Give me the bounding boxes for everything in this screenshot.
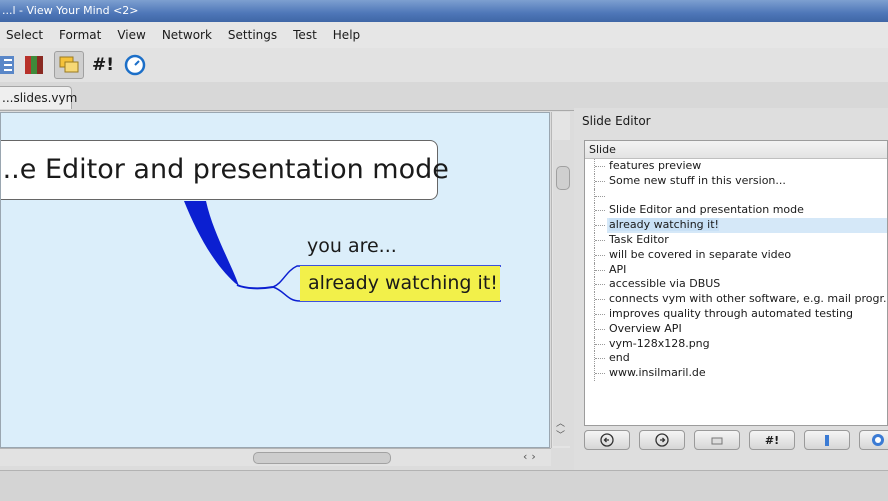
menu-settings[interactable]: Settings [220, 28, 285, 42]
timer-button[interactable] [122, 52, 148, 78]
list-item[interactable]: will be covered in separate video [585, 247, 887, 263]
menu-help[interactable]: Help [325, 28, 368, 42]
branch-node-you-are[interactable]: you are... [307, 235, 397, 257]
map-canvas[interactable]: ...e Editor and presentation mode you ar… [0, 112, 550, 448]
tab-slides-vym[interactable]: ...slides.vym [0, 86, 77, 109]
slide-list-scroll-thumb[interactable] [556, 166, 570, 190]
slide-list[interactable]: Slide features preview Some new stuff in… [584, 140, 888, 426]
window-titlebar: ...l - View Your Mind <2> [0, 0, 888, 22]
hash-bang-label: #! [764, 433, 780, 447]
window-title: ...l - View Your Mind <2> [2, 4, 139, 17]
main-node[interactable]: ...e Editor and presentation mode [1, 140, 449, 200]
box-icon [711, 437, 723, 445]
list-item[interactable]: connects vym with other software, e.g. m… [585, 292, 887, 307]
list-item[interactable]: Slide Editor and presentation mode [585, 203, 887, 219]
list-item[interactable]: vym-128x128.png [585, 336, 887, 352]
slide-list-scrollbar[interactable]: ︿ ﹀ [553, 140, 572, 446]
list-item[interactable]: Overview API [585, 321, 887, 337]
menu-view[interactable]: View [109, 28, 153, 42]
next-slide-button[interactable] [639, 430, 685, 450]
windows-icon [59, 56, 79, 73]
list-item[interactable]: Some new stuff in this version... [585, 173, 887, 189]
list-item[interactable]: features preview [585, 159, 887, 174]
slide-editor-buttons: #! [584, 430, 888, 454]
globe-button[interactable] [859, 430, 888, 450]
highlighted-node[interactable]: already watching it! [300, 266, 500, 301]
list-item[interactable]: accessible via DBUS [585, 277, 887, 293]
list-item[interactable]: end [585, 351, 887, 367]
books-icon [25, 56, 43, 74]
books-button[interactable] [22, 52, 48, 78]
previous-slide-button[interactable] [584, 430, 630, 450]
arrow-right-icon [655, 433, 669, 447]
horizontal-scroll-thumb[interactable] [253, 452, 391, 464]
edit-script-button[interactable]: #! [749, 430, 795, 450]
timer-icon [124, 54, 146, 76]
tree-view-icon [0, 56, 14, 74]
windows-button[interactable] [54, 51, 84, 79]
menu-network[interactable]: Network [154, 28, 220, 42]
status-bar [0, 470, 888, 501]
slide-editor-panel: Slide Editor ︿ ﹀ Slide features preview … [553, 108, 888, 470]
info-icon [825, 435, 829, 446]
slide-column-header[interactable]: Slide [585, 141, 887, 159]
globe-icon [871, 434, 884, 446]
scroll-left-right-icons[interactable]: ‹› [523, 450, 540, 463]
tab-bar: ...slides.vym [0, 82, 888, 111]
toolbar: #! [0, 48, 888, 82]
list-scroll-down-icon[interactable]: ﹀ [556, 428, 565, 441]
hash-bang-label: #! [92, 55, 114, 75]
menu-test[interactable]: Test [285, 28, 325, 42]
list-item[interactable]: www.insilmaril.de [585, 366, 887, 381]
arrow-left-icon [600, 433, 614, 447]
delete-slide-button[interactable] [694, 430, 740, 450]
list-item[interactable] [585, 188, 887, 204]
slide-editor-title: Slide Editor [582, 114, 651, 128]
menu-format[interactable]: Format [51, 28, 109, 42]
list-item-selected[interactable]: already watching it! [585, 218, 887, 233]
list-item[interactable]: improves quality through automated testi… [585, 306, 887, 322]
hash-bang-button[interactable]: #! [90, 52, 116, 78]
menubar: Select Format View Network Settings Test… [0, 22, 888, 48]
info-button[interactable] [804, 430, 850, 450]
map-horizontal-scrollbar[interactable]: ‹› [0, 448, 551, 466]
list-item[interactable]: Task Editor [585, 232, 887, 248]
menu-select[interactable]: Select [0, 28, 51, 42]
tree-view-button[interactable] [0, 52, 16, 78]
list-item[interactable]: API [585, 262, 887, 278]
